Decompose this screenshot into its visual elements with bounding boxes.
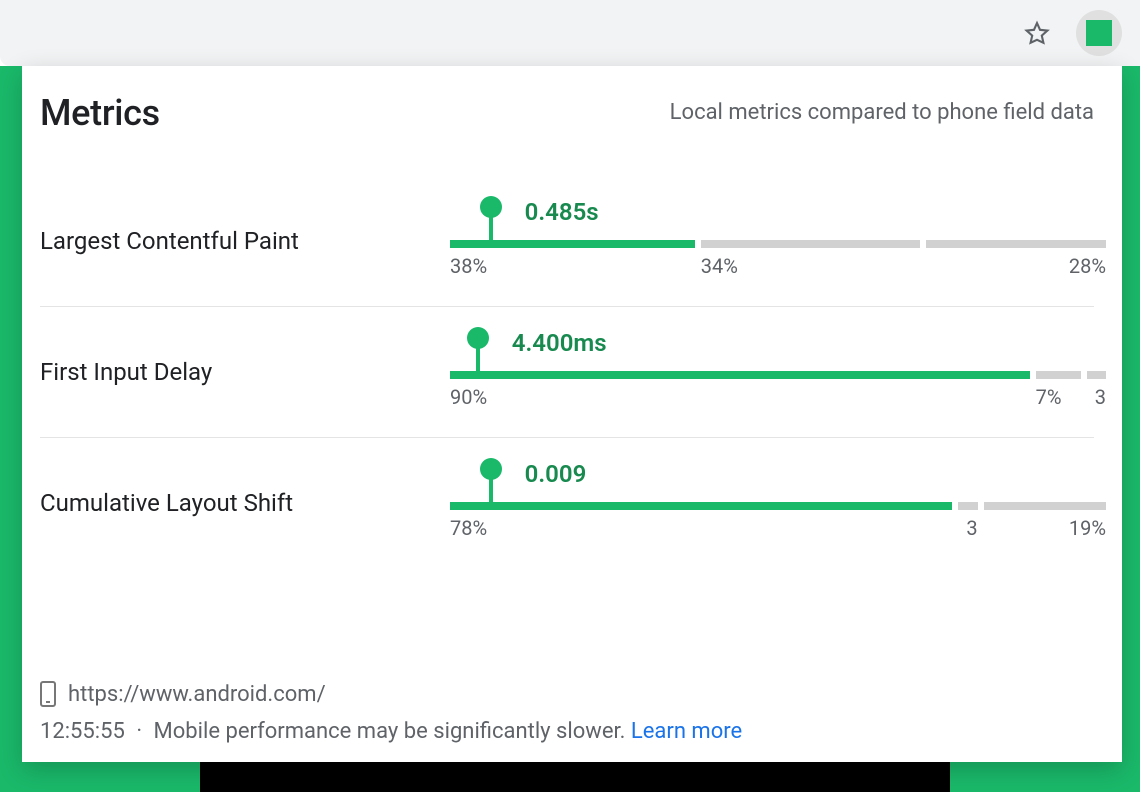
marker-dot-icon [480, 458, 502, 480]
learn-more-link[interactable]: Learn more [631, 719, 742, 744]
extension-status-icon [1086, 20, 1112, 46]
segment-mid: 3 [958, 502, 977, 510]
metric-name: First Input Delay [40, 358, 450, 386]
segment-label: 3 [966, 516, 977, 540]
segment-good: 38% [450, 240, 695, 248]
segment-label: 90% [450, 385, 487, 409]
local-metric-value: 0.009 [525, 460, 587, 488]
metric-distribution-bar: 78%319%0.009 [450, 468, 1094, 538]
bookmark-star-button[interactable] [1020, 16, 1054, 50]
metric-row: Largest Contentful Paint38%34%28%0.485s [40, 176, 1094, 307]
segment-label: 38% [450, 254, 487, 278]
segment-mid: 7% [1036, 371, 1081, 379]
page-content-peek [200, 762, 950, 792]
local-metric-value: 4.400ms [512, 329, 607, 357]
segment-good: 90% [450, 371, 1030, 379]
metric-row: First Input Delay90%7%34.400ms [40, 307, 1094, 438]
metric-name: Largest Contentful Paint [40, 227, 450, 255]
local-value-marker: 4.400ms [476, 337, 480, 379]
phone-icon [40, 681, 56, 707]
segment-poor: 28% [926, 240, 1106, 248]
page-url: https://www.android.com/ [68, 682, 326, 707]
metrics-list: Largest Contentful Paint38%34%28%0.485sF… [40, 176, 1094, 671]
segment-label: 19% [1069, 516, 1106, 540]
timestamp: 12:55:55 [40, 719, 125, 744]
local-metric-value: 0.485s [525, 198, 599, 226]
segment-label: 7% [1036, 385, 1062, 409]
marker-dot-icon [480, 196, 502, 218]
metric-distribution-bar: 38%34%28%0.485s [450, 206, 1094, 276]
panel-title: Metrics [40, 92, 160, 134]
segment-label: 78% [450, 516, 487, 540]
segment-poor: 19% [984, 502, 1106, 510]
segment-poor: 3 [1087, 371, 1106, 379]
segment-mid: 34% [701, 240, 920, 248]
metrics-popup: Metrics Local metrics compared to phone … [22, 66, 1122, 762]
segment-good: 78% [450, 502, 952, 510]
browser-toolbar [0, 0, 1140, 66]
star-icon [1023, 19, 1051, 47]
marker-dot-icon [467, 327, 489, 349]
segment-label: 34% [701, 254, 738, 278]
segment-label: 28% [1069, 254, 1106, 278]
local-value-marker: 0.485s [489, 206, 493, 248]
segment-label: 3 [1095, 385, 1106, 409]
performance-warning: Mobile performance may be significantly … [154, 719, 626, 744]
separator: · [136, 719, 142, 744]
local-value-marker: 0.009 [489, 468, 493, 510]
metric-row: Cumulative Layout Shift78%319%0.009 [40, 438, 1094, 568]
metric-distribution-bar: 90%7%34.400ms [450, 337, 1094, 407]
extension-button[interactable] [1076, 10, 1122, 56]
panel-subtitle: Local metrics compared to phone field da… [670, 100, 1094, 125]
metric-name: Cumulative Layout Shift [40, 489, 450, 517]
